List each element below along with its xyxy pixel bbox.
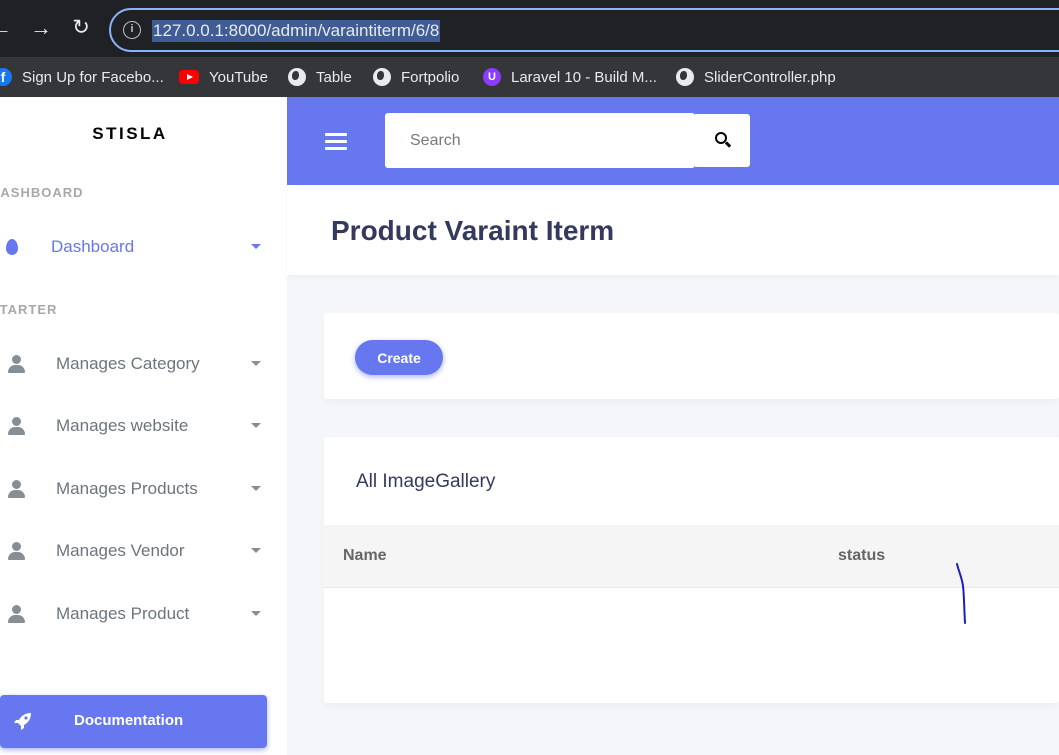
actions-card: Create [324, 313, 1059, 399]
user-icon [7, 416, 27, 436]
facebook-icon: f [0, 68, 12, 86]
documentation-button[interactable]: Documentation [0, 695, 267, 748]
section-header: Product Varaint Iterm [287, 185, 1059, 275]
globe-icon [676, 68, 694, 86]
forward-icon[interactable]: → [28, 14, 54, 42]
chevron-down-icon [251, 611, 261, 616]
bookmark-label: Fortpolio [401, 68, 460, 86]
sidebar-item-manages-vendor[interactable]: Manages Vendor [0, 529, 275, 573]
fire-icon [6, 239, 18, 255]
sidebar-item-label: Manages website [56, 416, 189, 435]
reload-icon[interactable]: ↻ [68, 14, 94, 42]
menu-header-starter: STARTER [0, 302, 58, 317]
bookmark-laravel[interactable]: U Laravel 10 - Build M... [483, 66, 657, 88]
bookmark-label: Laravel 10 - Build M... [511, 68, 657, 86]
menu-header-dashboard: DASHBOARD [0, 185, 84, 200]
bookmark-table[interactable]: Table [288, 66, 352, 88]
search-button[interactable] [695, 114, 750, 167]
globe-icon [288, 68, 306, 86]
table-header: Name status [324, 525, 1059, 588]
user-icon [7, 541, 27, 561]
user-icon [7, 479, 27, 499]
menu-toggle-icon[interactable] [325, 133, 347, 151]
search-box [385, 113, 695, 168]
sidebar-item-dashboard[interactable]: Dashboard [0, 225, 275, 269]
laravel-icon: U [483, 68, 501, 86]
site-info-icon[interactable]: i [123, 21, 141, 39]
sidebar-item-label: Manages Products [56, 479, 198, 498]
chevron-down-icon [251, 486, 261, 491]
back-icon[interactable]: ← [0, 14, 14, 42]
bookmark-fortpolio[interactable]: Fortpolio [373, 66, 459, 88]
card-title: All ImageGallery [356, 471, 496, 492]
url-text[interactable]: 127.0.0.1:8000/admin/varaintiterm/6/8 [152, 20, 441, 42]
sidebar-item-label: Manages Category [56, 354, 200, 373]
globe-icon [373, 68, 391, 86]
sidebar-item-manages-category[interactable]: Manages Category [0, 342, 275, 386]
bookmark-label: Table [316, 68, 352, 86]
chevron-down-icon [251, 423, 261, 428]
bookmark-label: SliderController.php [704, 68, 836, 86]
sidebar-item-manages-products[interactable]: Manages Products [0, 467, 275, 511]
page-title: Product Varaint Iterm [331, 215, 615, 246]
pen-annotation [956, 563, 966, 624]
sidebar-brand[interactable]: STISLA [0, 124, 260, 144]
chevron-down-icon [251, 548, 261, 553]
rocket-icon [14, 713, 31, 730]
gallery-card: All ImageGallery Name status [324, 437, 1059, 703]
youtube-icon [179, 70, 199, 84]
bookmark-slidercontroller[interactable]: SliderController.php [676, 66, 836, 88]
sidebar: STISLA DASHBOARD Dashboard STARTER Manag… [0, 97, 287, 755]
create-button[interactable]: Create [355, 340, 443, 375]
column-header-name[interactable]: Name [343, 547, 387, 565]
address-bar[interactable]: i 127.0.0.1:8000/admin/varaintiterm/6/8 [109, 8, 1059, 52]
user-icon [7, 354, 27, 374]
top-navbar [287, 97, 1059, 185]
sidebar-item-label: Manages Product [56, 604, 190, 623]
bookmark-youtube[interactable]: YouTube [179, 66, 268, 88]
browser-toolbar: ← → ↻ i 127.0.0.1:8000/admin/varaintiter… [0, 0, 1059, 57]
bookmark-label: YouTube [209, 68, 268, 86]
documentation-label: Documentation [74, 712, 184, 729]
sidebar-item-label: Manages Vendor [56, 541, 185, 560]
sidebar-item-manages-website[interactable]: Manages website [0, 404, 275, 448]
search-input[interactable] [385, 113, 695, 168]
chevron-down-icon [251, 244, 261, 249]
sidebar-item-manages-product[interactable]: Manages Product [0, 592, 275, 636]
sidebar-item-label: Dashboard [51, 237, 135, 256]
user-icon [7, 604, 27, 624]
bookmark-facebook[interactable]: f Sign Up for Facebo... [0, 66, 164, 88]
chevron-down-icon [251, 361, 261, 366]
bookmark-label: Sign Up for Facebo... [22, 68, 164, 86]
column-header-status[interactable]: status [838, 547, 885, 565]
bookmarks-bar: f Sign Up for Facebo... YouTube Table Fo… [0, 57, 1059, 97]
